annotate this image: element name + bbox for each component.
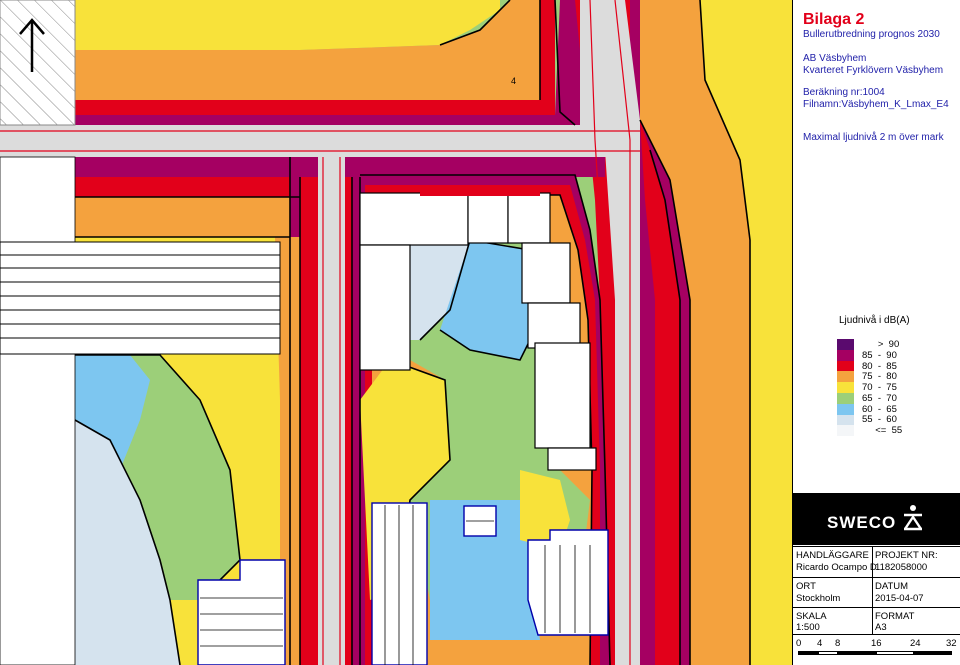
legend-swatch: [837, 403, 854, 415]
legend-swatch: [837, 360, 854, 372]
zone-80-85: [75, 177, 305, 197]
hatched-area: [0, 0, 76, 126]
building-new: [371, 502, 428, 665]
datum-value: 2015-04-07: [875, 593, 924, 604]
legend-title: Ljudnivå i dB(A): [839, 315, 910, 326]
legend-item: 65 - 70: [837, 393, 902, 404]
legend-swatch: [837, 371, 854, 383]
format-value: A3: [875, 622, 887, 633]
subtitle: Bullerutbredning prognos 2030: [803, 29, 940, 40]
legend-swatch: [837, 339, 854, 350]
skala-label: SKALA: [796, 611, 827, 622]
noise-map-canvas: 4: [0, 0, 792, 665]
building-left: [0, 241, 281, 355]
legend-item: 60 - 65: [837, 404, 902, 415]
projekt-label: PROJEKT NR:: [875, 550, 938, 561]
client: AB Väsbyhem: [803, 53, 867, 64]
legend-swatch: [837, 349, 854, 361]
title-panel: Bilaga 2 Bullerutbredning prognos 2030 A…: [793, 0, 960, 665]
legend-item: 70 - 75: [837, 382, 902, 393]
legend-item: 55 - 60: [837, 414, 902, 426]
legend-item: 80 - 85: [837, 361, 902, 372]
scale-bar: 0 4 8 16 24 32: [793, 638, 960, 665]
zone-75-80: [75, 197, 305, 237]
sweco-mark-icon: [904, 505, 922, 531]
legend-swatch: [837, 382, 854, 393]
sweco-logo: SWECO: [793, 493, 960, 545]
legend-swatch: [837, 392, 854, 404]
description: Maximal ljudnivå 2 m över mark: [803, 132, 944, 143]
format-label: FORMAT: [875, 611, 915, 622]
title: Bilaga 2: [803, 11, 865, 28]
handlaggare-label: HANDLÄGGARE: [796, 550, 869, 561]
legend-item: <= 55: [837, 425, 902, 436]
project-name: Kvarteret Fyrklövern Väsbyhem: [803, 65, 944, 76]
filename: Filnamn:Väsbyhem_K_Lmax_E4: [803, 99, 949, 110]
legend-item: 75 - 80: [837, 371, 902, 382]
projekt-value: 1182058000: [875, 562, 928, 573]
handlaggare-value: Ricardo Ocampo D.: [796, 562, 880, 573]
zone-70-75: [75, 0, 500, 50]
road-horizontal: [75, 125, 640, 157]
legend-swatch: [837, 414, 854, 426]
ort-value: Stockholm: [796, 593, 841, 604]
datum-label: DATUM: [875, 581, 909, 592]
legend-swatch: [837, 425, 854, 437]
calc-number: Beräkning nr:1004: [803, 87, 885, 98]
legend-item: 85 - 90: [837, 350, 902, 361]
legend-item: > 90: [837, 339, 902, 350]
road-side: [318, 157, 345, 665]
noise-map: 4: [0, 0, 793, 665]
legend: > 90 85 - 90 80 - 85 75 - 80 70 - 75 65 …: [837, 339, 902, 436]
map-label: 4: [511, 76, 516, 86]
skala-value: 1:500: [796, 622, 820, 633]
building: [359, 192, 469, 246]
ort-label: ORT: [796, 581, 816, 592]
